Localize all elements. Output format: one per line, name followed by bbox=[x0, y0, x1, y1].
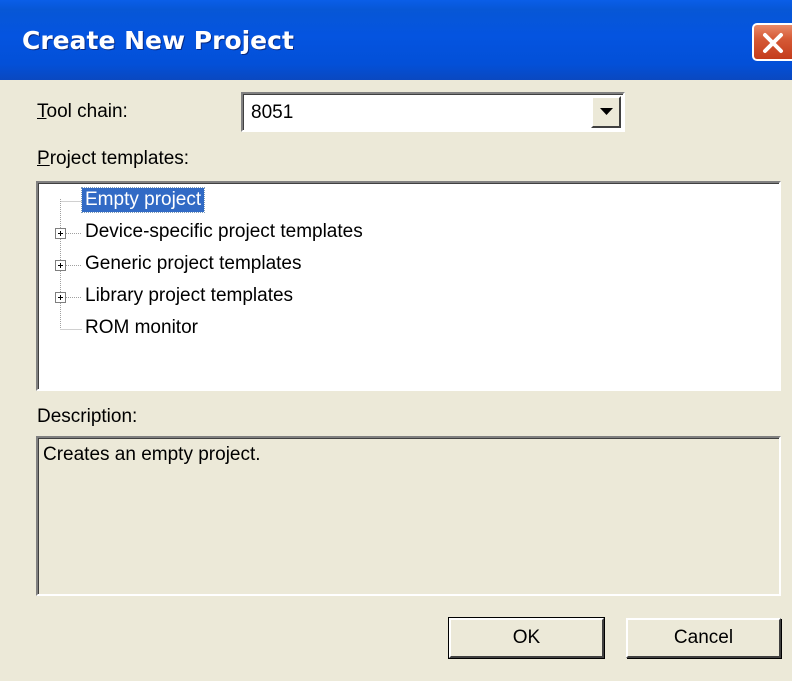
toolchain-dropdown-button[interactable] bbox=[591, 96, 621, 128]
templates-label-text: roject templates: bbox=[49, 148, 190, 169]
expand-library-icon[interactable] bbox=[55, 292, 66, 303]
expand-device-specific-icon[interactable] bbox=[55, 228, 66, 239]
description-label: Description: bbox=[37, 406, 138, 427]
description-box: Creates an empty project. bbox=[36, 436, 781, 596]
create-new-project-dialog: Create New Project Tool chain: 8051 Proj… bbox=[0, 0, 792, 681]
ok-button[interactable]: OK bbox=[448, 617, 605, 659]
templates-label-accelerator: P bbox=[37, 148, 50, 169]
toolchain-label: Tool chain: bbox=[37, 101, 128, 123]
tree-item-generic[interactable]: Generic project templates bbox=[82, 252, 305, 276]
dialog-title: Create New Project bbox=[22, 26, 294, 55]
close-icon bbox=[763, 33, 783, 53]
toolchain-label-text: ool chain: bbox=[46, 101, 128, 122]
description-text: Creates an empty project. bbox=[43, 444, 261, 465]
toolchain-select[interactable]: 8051 bbox=[241, 92, 625, 132]
tree-item-device-specific[interactable]: Device-specific project templates bbox=[82, 220, 366, 244]
tree-item-library[interactable]: Library project templates bbox=[82, 284, 296, 308]
toolchain-label-accelerator: T bbox=[37, 101, 47, 122]
templates-label: Project templates: bbox=[37, 148, 189, 170]
close-button[interactable] bbox=[752, 23, 792, 61]
cancel-button[interactable]: Cancel bbox=[626, 618, 781, 658]
title-bar[interactable]: Create New Project bbox=[0, 0, 792, 80]
tree-item-rom-monitor[interactable]: ROM monitor bbox=[82, 316, 201, 340]
expand-generic-icon[interactable] bbox=[55, 260, 66, 271]
project-templates-tree[interactable]: Empty project Device-specific project te… bbox=[36, 181, 781, 391]
toolchain-value: 8051 bbox=[251, 102, 294, 123]
tree-item-empty-project[interactable]: Empty project bbox=[80, 187, 206, 213]
dropdown-arrow-icon bbox=[600, 108, 613, 115]
